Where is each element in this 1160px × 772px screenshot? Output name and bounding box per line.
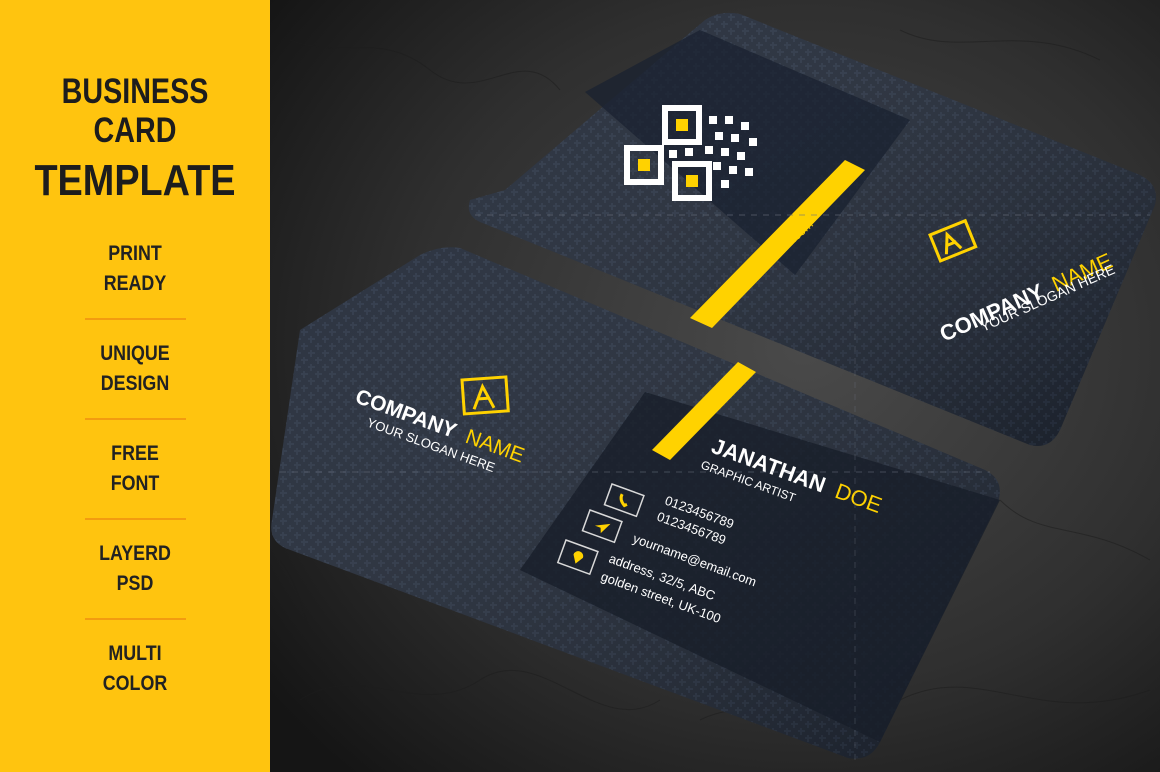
- panel-title: BUSINESS CARD TEMPLATE: [0, 72, 270, 206]
- feature-label: MULTI: [108, 642, 162, 665]
- feature-label: PRINT: [108, 242, 162, 265]
- feature-free-font: FREE FONT: [85, 439, 185, 499]
- feature-unique-design: UNIQUE DESIGN: [85, 339, 185, 399]
- feature-label: FONT: [110, 472, 160, 495]
- feature-label: UNIQUE: [100, 342, 170, 365]
- mockup-scene: www.yoursite.com COMPANY NAME YOUR SLOGA…: [270, 0, 1160, 772]
- feature-label: COLOR: [102, 672, 168, 695]
- feature-label: PSD: [116, 572, 154, 595]
- divider: [85, 418, 186, 420]
- title-line1: BUSINESS CARD: [61, 72, 209, 151]
- feature-print-ready: PRINT READY: [85, 239, 185, 299]
- divider: [85, 618, 186, 620]
- feature-label: READY: [103, 272, 167, 295]
- title-line2: TEMPLATE: [34, 156, 236, 206]
- feature-label: LAYERD: [99, 542, 171, 565]
- feature-label: FREE: [111, 442, 159, 465]
- divider: [85, 318, 186, 320]
- divider: [85, 518, 186, 520]
- feature-panel: BUSINESS CARD TEMPLATE PRINT READY UNIQU…: [0, 0, 270, 772]
- feature-multi-color: MULTI COLOR: [85, 639, 185, 699]
- feature-layerd-psd: LAYERD PSD: [85, 539, 185, 599]
- feature-label: DESIGN: [100, 372, 170, 395]
